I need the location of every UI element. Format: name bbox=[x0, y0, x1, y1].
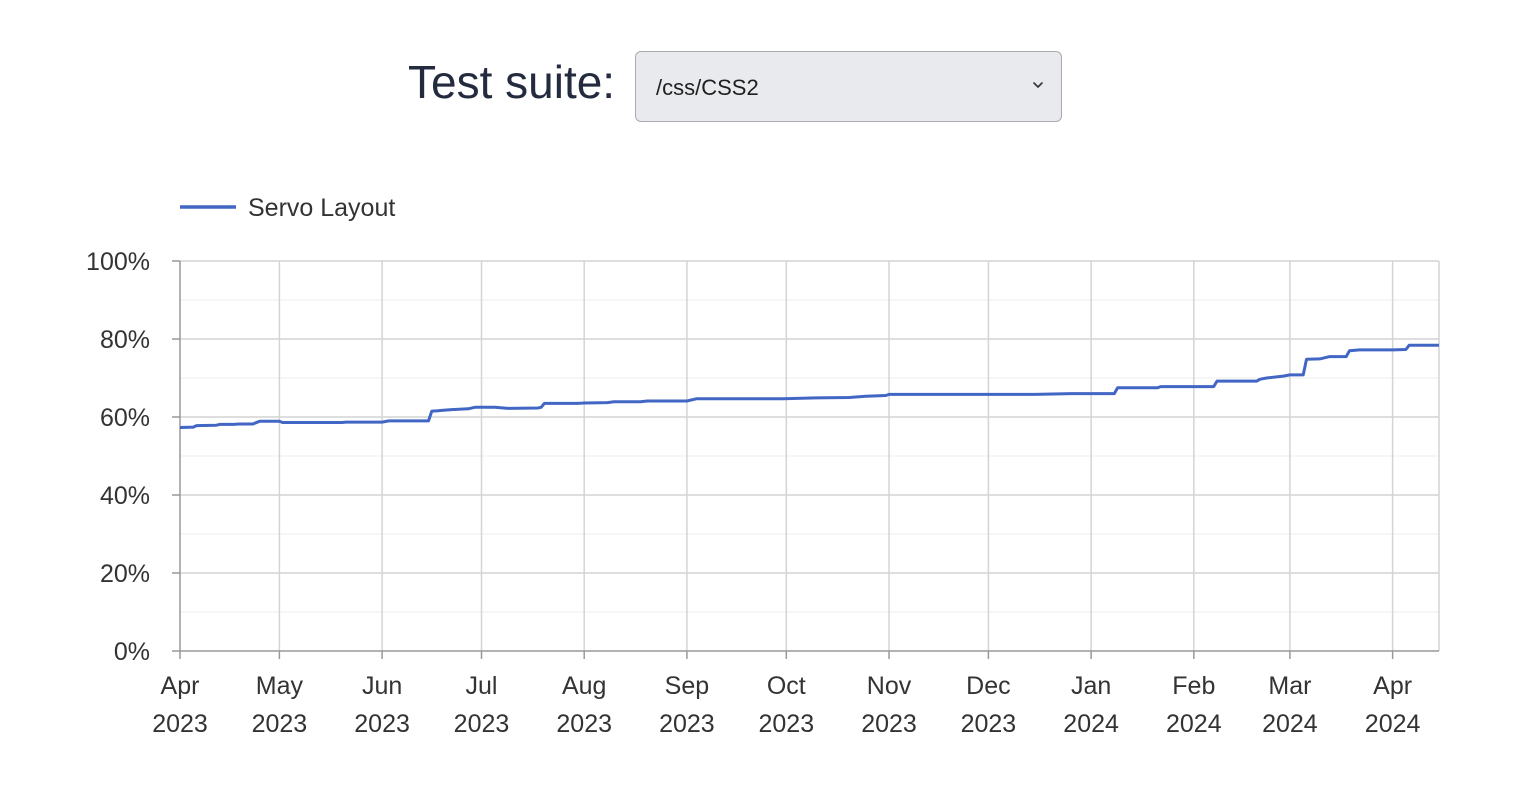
x-tick-label-month: Nov bbox=[867, 672, 912, 700]
x-tick-label-year: 2024 bbox=[1365, 710, 1421, 738]
y-axis-tick-labels: 0% 20% 40% 60% 80% 100% bbox=[86, 248, 150, 666]
chart-minor-gridlines bbox=[180, 299, 1439, 613]
x-tick-label-month: Sep bbox=[665, 672, 709, 700]
x-tick-label-month: Jan bbox=[1071, 672, 1111, 700]
chart-series bbox=[179, 343, 1439, 429]
x-axis-tick-labels: Apr 2023 May 2023 Jun 2023 Jul 2023 Aug 2023 Sep 20… bbox=[152, 672, 1420, 738]
y-tick-label: 100% bbox=[86, 248, 150, 276]
x-tick-label-year: 2023 bbox=[354, 710, 410, 738]
x-tick-label-month: Oct bbox=[767, 672, 806, 700]
x-tick-label-month: Dec bbox=[966, 672, 1010, 700]
x-tick-label-month: May bbox=[256, 672, 304, 700]
x-tick-label-year: 2023 bbox=[252, 710, 308, 738]
x-tick-label-month: Apr bbox=[1373, 672, 1412, 700]
line-chart: 0% 20% 40% 60% 80% 100% Apr 2023 May 2023 Jun 2023… bbox=[86, 194, 1440, 738]
x-tick-label-month: Feb bbox=[1172, 672, 1215, 700]
y-tick-label: 80% bbox=[100, 326, 150, 354]
x-tick-label-year: 2023 bbox=[152, 710, 208, 738]
x-tick-label-year: 2024 bbox=[1063, 710, 1119, 738]
x-tick-label-month: Mar bbox=[1268, 672, 1311, 700]
y-tick-label: 40% bbox=[100, 482, 150, 510]
x-tick-label-year: 2023 bbox=[861, 710, 917, 738]
y-tick-label: 0% bbox=[114, 638, 150, 666]
x-tick-label-year: 2023 bbox=[556, 710, 612, 738]
series-line-servo-layout bbox=[179, 343, 1439, 429]
y-tick-label: 20% bbox=[100, 560, 150, 588]
chart-axes bbox=[172, 260, 1439, 659]
x-tick-label-year: 2023 bbox=[961, 710, 1017, 738]
x-tick-label-year: 2023 bbox=[758, 710, 814, 738]
y-tick-label: 60% bbox=[100, 404, 150, 432]
x-tick-label-year: 2023 bbox=[659, 710, 715, 738]
x-tick-label-year: 2024 bbox=[1166, 710, 1222, 738]
x-tick-label-month: Jul bbox=[466, 672, 498, 700]
x-tick-label-year: 2024 bbox=[1262, 710, 1318, 738]
legend-label-servo-layout: Servo Layout bbox=[248, 194, 395, 222]
x-tick-label-month: Jun bbox=[362, 672, 402, 700]
x-tick-label-month: Aug bbox=[562, 672, 606, 700]
x-tick-label-month: Apr bbox=[161, 672, 200, 700]
x-tick-label-year: 2023 bbox=[454, 710, 510, 738]
chart-legend[interactable]: Servo Layout bbox=[180, 194, 395, 222]
